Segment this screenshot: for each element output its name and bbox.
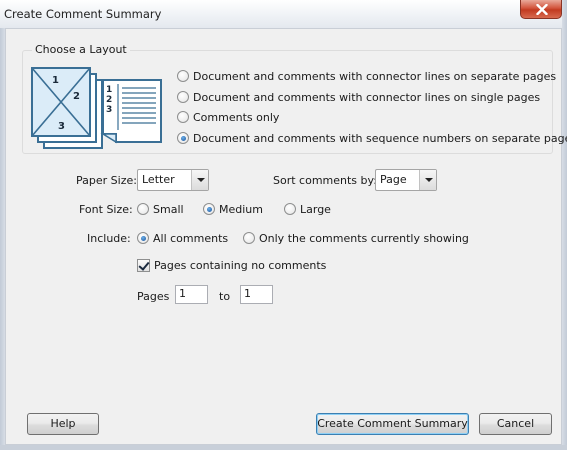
window-frame-bottom: [0, 445, 567, 450]
font-size-large[interactable]: Large: [284, 201, 331, 217]
font-size-large-radio[interactable]: [284, 203, 296, 215]
font-size-large-label: Large: [300, 202, 331, 216]
layout-icon-number-1: 1: [52, 75, 59, 86]
close-button[interactable]: [520, 0, 562, 19]
pages-to-label: to: [219, 290, 231, 303]
chevron-down-icon[interactable]: [191, 170, 208, 190]
layout-option-connector-separate-label: Document and comments with connector lin…: [193, 69, 557, 83]
close-icon: [536, 4, 548, 15]
layout-option-connector-single[interactable]: Document and comments with connector lin…: [177, 89, 540, 105]
include-showing-comments-label: Only the comments currently showing: [259, 231, 469, 245]
window-title: Create Comment Summary: [4, 7, 162, 21]
layout-option-comments-only[interactable]: Comments only: [177, 109, 279, 125]
paper-size-select[interactable]: Letter: [137, 169, 209, 191]
font-size-medium-radio[interactable]: [203, 203, 215, 215]
sort-comments-value: Page: [380, 173, 407, 186]
font-size-medium-label: Medium: [219, 202, 263, 216]
paper-size-value: Letter: [142, 173, 175, 186]
include-showing-comments-radio[interactable]: [243, 232, 255, 244]
font-size-small-radio[interactable]: [137, 203, 149, 215]
layout-icon-number-2: 2: [73, 91, 80, 102]
layout-group-legend: Choose a Layout: [32, 43, 130, 56]
layout-icon-number-3: 3: [58, 121, 65, 132]
layout-option-connector-single-label: Document and comments with connector lin…: [193, 90, 541, 104]
pages-label: Pages: [137, 290, 170, 303]
layout-option-connector-single-radio[interactable]: [177, 91, 189, 103]
layout-option-sequence-numbers-radio[interactable]: [177, 132, 189, 144]
title-bar: Create Comment Summary: [0, 0, 567, 28]
font-size-small[interactable]: Small: [137, 201, 184, 217]
pages-no-comments-checkbox[interactable]: [137, 258, 150, 272]
pages-no-comments-option[interactable]: Pages containing no comments: [137, 257, 326, 273]
include-all-comments[interactable]: All comments: [137, 230, 228, 246]
font-size-medium[interactable]: Medium: [203, 201, 263, 217]
paper-size-label: Paper Size:: [76, 174, 137, 187]
sort-comments-label: Sort comments by:: [273, 174, 377, 187]
font-size-small-label: Small: [153, 202, 184, 216]
layout-option-comments-only-radio[interactable]: [177, 111, 189, 123]
layout-icon-list-number-2: 2: [106, 95, 112, 105]
pages-to-input[interactable]: 1: [240, 285, 273, 304]
create-comment-summary-button[interactable]: Create Comment Summary: [316, 413, 469, 435]
layout-option-comments-only-label: Comments only: [193, 110, 280, 124]
cancel-button[interactable]: Cancel: [479, 413, 552, 435]
layout-preview-icon: 1 2 3 1 2 3: [31, 67, 162, 149]
layout-option-connector-separate[interactable]: Document and comments with connector lin…: [177, 68, 556, 84]
include-all-comments-radio[interactable]: [137, 232, 149, 244]
chevron-down-icon[interactable]: [419, 170, 436, 190]
pages-from-input[interactable]: 1: [175, 285, 208, 304]
window-frame-right: [562, 0, 567, 450]
layout-option-sequence-numbers-label: Document and comments with sequence numb…: [193, 131, 567, 145]
include-label: Include:: [87, 232, 131, 245]
layout-option-connector-separate-radio[interactable]: [177, 70, 189, 82]
help-button[interactable]: Help: [27, 413, 99, 435]
layout-icon-list-number-3: 3: [106, 105, 112, 115]
font-size-label: Font Size:: [79, 203, 133, 216]
layout-option-sequence-numbers[interactable]: Document and comments with sequence numb…: [177, 130, 567, 146]
include-showing-comments[interactable]: Only the comments currently showing: [243, 230, 469, 246]
sort-comments-select[interactable]: Page: [375, 169, 437, 191]
layout-icon-list-number-1: 1: [106, 85, 112, 95]
include-all-comments-label: All comments: [153, 231, 229, 245]
pages-no-comments-label: Pages containing no comments: [154, 258, 327, 272]
